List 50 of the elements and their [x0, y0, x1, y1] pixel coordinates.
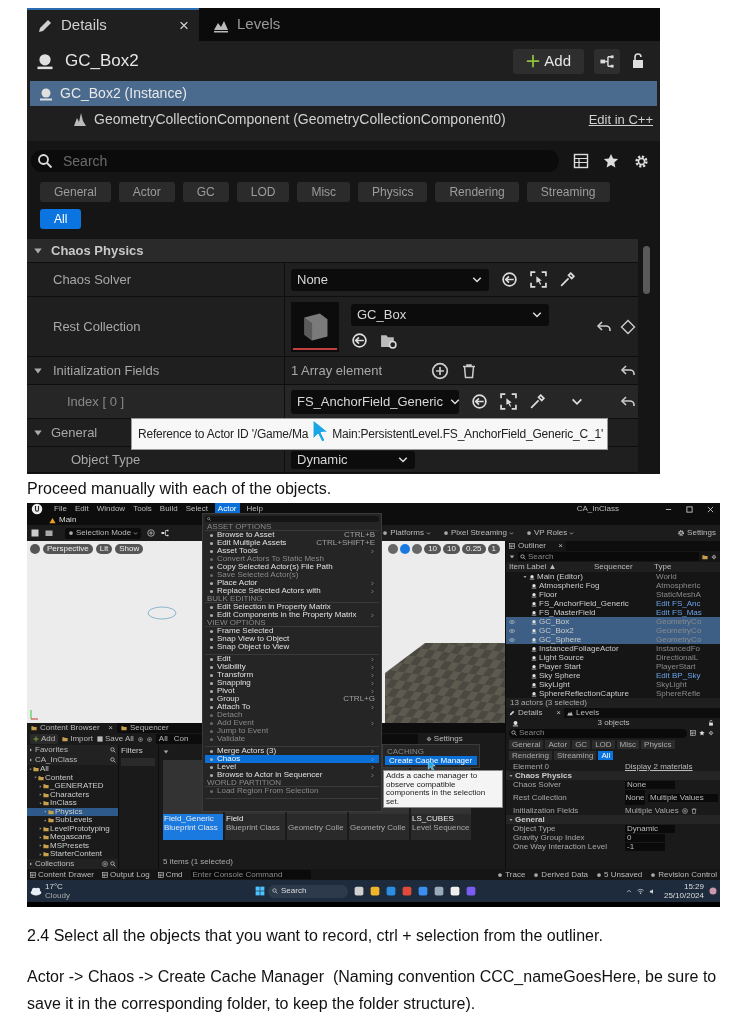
clock-time: 15:29 [683, 882, 704, 891]
array-count: Multiple Values [625, 806, 679, 815]
property-label: Object Type [71, 451, 141, 470]
search-placeholder: Search [63, 151, 108, 171]
actor-name: GC_Box2 [65, 50, 139, 73]
tooltip-text: Reference to Actor ID '/Game/Ma [138, 426, 309, 443]
asset-type: Geometry Colle [349, 823, 407, 833]
tooltip-text: Adds a cache manager to observe compatible components in the selection set. [386, 772, 487, 806]
property-label: One Way Interaction Level [512, 842, 608, 851]
shortcut-label: CTRL+SHIFT+E [316, 539, 375, 547]
property-label: Rest Collection [512, 793, 568, 802]
filters-heading: Filters [121, 747, 144, 755]
selection-title: 3 objects [597, 719, 630, 727]
asset-type: Blueprint Class [225, 823, 281, 833]
shortcut-label: CTRL+B [344, 531, 375, 539]
property-label: Object Type [512, 824, 556, 833]
asset-type: Level Sequence [411, 823, 471, 833]
asset-name: Field_Generic [163, 814, 215, 823]
menu-section-header: BULK EDITING [205, 595, 379, 603]
actor-count: 13 actors (3 selected) [506, 698, 720, 708]
property-label: Gravity Group Index [512, 833, 585, 842]
menu-section-header: VIEW OPTIONS [205, 619, 379, 627]
property-label: Index [ 0 ] [67, 392, 125, 411]
property-label: Initialization Fields [512, 806, 580, 815]
array-count: 1 Array element [291, 361, 384, 380]
window-title: CA_InClass [576, 505, 619, 513]
step-text: 2.4 Select all the objects that you want to record, ctrl + selection from the outliner. [27, 926, 604, 946]
menu-section-header: CACHING [386, 747, 425, 756]
asset-name: LS_CUBES [411, 814, 455, 823]
asset-type: Blueprint Class [163, 823, 219, 833]
search-placeholder: Search [528, 552, 554, 561]
temperature: 17°C [45, 882, 64, 891]
menu-section-header: WORLD PARTITION [205, 779, 379, 787]
search-placeholder: Search [519, 729, 545, 737]
property-label: Element 0 [512, 762, 551, 771]
instruction-text: Actor -> Chaos -> Create Cache Manager (Naming convention CCC_nameGoesHere, be sure to save it in the corresponding folder, to keep the folder structure). [27, 967, 718, 1014]
asset-thumbnail: None [625, 790, 645, 805]
clock-date: 25/10/2024 [663, 891, 704, 900]
weather-label: Cloudy [45, 891, 70, 900]
property-label: Chaos Solver [53, 270, 132, 289]
shortcut-label: CTRL+G [343, 695, 375, 703]
property-label: Initialization Fields [53, 361, 160, 380]
caption-text: Proceed manually with each of the objects. [27, 479, 333, 499]
asset-type: Geometry Colle [287, 823, 345, 833]
property-label: Chaos Solver [512, 780, 562, 789]
tooltip-text: Main:PersistentLevel.FS_AnchorField_Generic_C_1' [332, 426, 603, 443]
menu-section-header: ASSET OPTIONS [205, 523, 379, 531]
property-label: Rest Collection [53, 317, 141, 336]
asset-name: Field [225, 814, 245, 823]
item-count: 5 items (1 selected) [163, 858, 234, 866]
